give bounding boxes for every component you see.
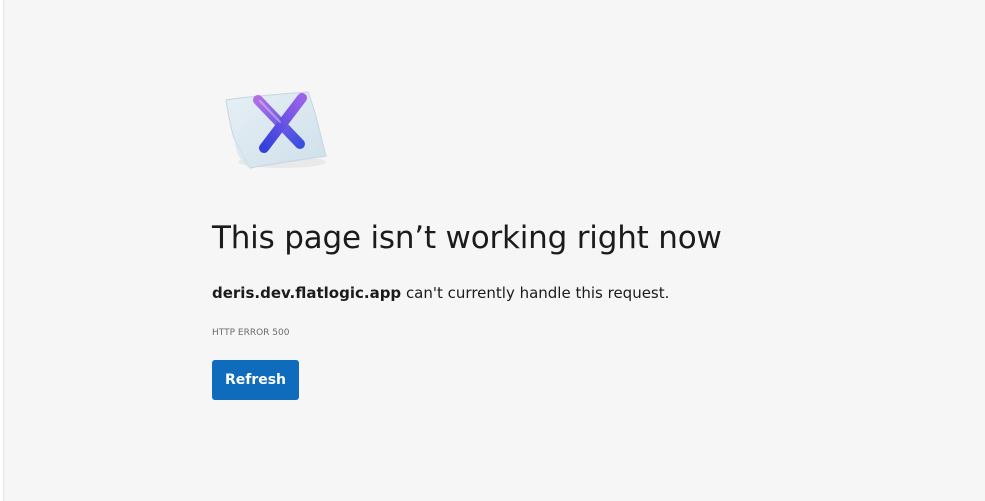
window-left-border (0, 0, 4, 501)
page-title: This page isn’t working right now (212, 220, 722, 256)
host-name: deris.dev.flatlogic.app (212, 284, 402, 302)
refresh-button[interactable]: Refresh (212, 360, 299, 400)
error-message-text: can't currently handle this request. (401, 284, 670, 302)
error-code: HTTP ERROR 500 (212, 328, 290, 338)
x-mark-on-paper-icon (220, 82, 332, 174)
error-message: deris.dev.flatlogic.app can't currently … (212, 284, 669, 302)
